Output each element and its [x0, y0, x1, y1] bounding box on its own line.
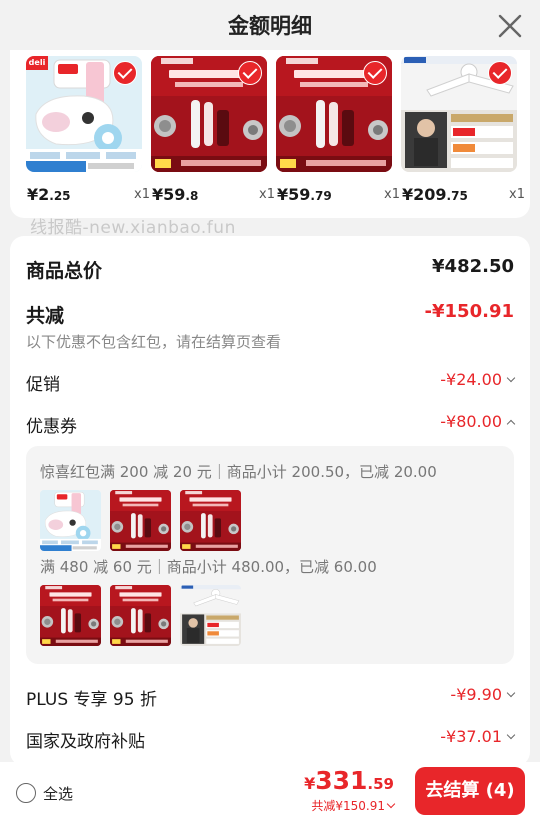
total-reduction-value: -¥150.91: [424, 301, 514, 322]
coupon-product-thumb: [180, 490, 241, 551]
watermark: 线报酷-new.xianbao.fun: [30, 218, 236, 238]
subsidy-label: 国家及政府补贴: [26, 732, 145, 752]
check-icon[interactable]: [488, 61, 512, 85]
total-reduction-row: 共减 -¥150.91: [26, 301, 514, 327]
product-item[interactable]: deli ¥2.25 x1: [26, 56, 150, 204]
select-all-label[interactable]: 全选: [43, 783, 73, 804]
promotion-value: -¥24.00: [440, 370, 516, 389]
product-image: [151, 56, 267, 172]
coupon-product-thumb: [40, 585, 101, 646]
product-image: deli: [26, 56, 142, 172]
promotion-row[interactable]: 促销 -¥24.00: [26, 370, 516, 395]
promotion-label: 促销: [26, 375, 60, 395]
product-price: ¥59.79: [277, 185, 332, 204]
amount-detail-card: 商品总价 ¥482.50 共减 -¥150.91 以下优惠不包含红包，请在结算页…: [10, 236, 530, 766]
coupon-details: 惊喜红包满 200 减 20 元｜商品小计 200.50，已减 20.00 满 …: [26, 446, 514, 664]
total-amount: ¥331.59: [304, 766, 394, 795]
check-icon[interactable]: [113, 61, 137, 85]
page-title: 金额明细: [228, 14, 312, 38]
header: 金额明细: [0, 0, 540, 52]
product-item[interactable]: ¥209.75 x1: [401, 56, 525, 204]
coupon-label: 优惠券: [26, 417, 77, 437]
select-all-radio[interactable]: [16, 783, 36, 803]
chevron-down-icon: [386, 799, 396, 809]
product-image: [401, 56, 517, 172]
chevron-down-icon: [506, 730, 516, 740]
coupon-value: -¥80.00: [440, 412, 516, 431]
chevron-down-icon: [506, 373, 516, 383]
checkout-bar: 全选 ¥331.59 共减¥150.91 去结算 (4): [0, 762, 540, 818]
reduction-note: 以下优惠不包含红包，请在结算页查看: [26, 333, 282, 351]
total-price-value: ¥482.50: [432, 256, 514, 277]
plus-discount-label: PLUS 专享 95 折: [26, 690, 157, 710]
coupon-product-thumb: [40, 490, 101, 551]
check-icon[interactable]: [363, 61, 387, 85]
product-quantity: x1: [134, 187, 150, 202]
total-price-row: 商品总价 ¥482.50: [26, 256, 514, 282]
product-item[interactable]: ¥59.79 x1: [276, 56, 400, 204]
check-icon[interactable]: [238, 61, 262, 85]
product-price: ¥2.25: [27, 185, 71, 204]
product-strip: deli ¥2.25 x1 ¥59.8 x1 ¥59.79 x1 ¥209.75…: [10, 50, 530, 218]
chevron-down-icon: [506, 688, 516, 698]
coupon-rule-1: 惊喜红包满 200 减 20 元｜商品小计 200.50，已减 20.00: [40, 463, 437, 481]
checkout-total: ¥331.59 共减¥150.91: [304, 766, 396, 814]
product-item[interactable]: ¥59.8 x1: [151, 56, 275, 204]
total-saved[interactable]: 共减¥150.91: [304, 797, 396, 814]
plus-discount-value: -¥9.90: [450, 685, 516, 704]
checkout-button[interactable]: 去结算 (4): [415, 767, 525, 815]
deli-logo: deli: [26, 56, 48, 70]
close-icon[interactable]: [496, 12, 524, 40]
chevron-up-icon: [506, 419, 516, 429]
product-quantity: x1: [384, 187, 400, 202]
product-quantity: x1: [509, 187, 525, 202]
coupon-product-thumb: [110, 585, 171, 646]
product-price: ¥59.8: [152, 185, 199, 204]
product-image: [276, 56, 392, 172]
coupon-product-thumb: [180, 585, 241, 646]
plus-discount-row[interactable]: PLUS 专享 95 折 -¥9.90: [26, 685, 516, 710]
subsidy-value: -¥37.01: [440, 727, 516, 746]
coupon-rule-2: 满 480 减 60 元｜商品小计 480.00，已减 60.00: [40, 558, 377, 576]
product-price: ¥209.75: [402, 185, 468, 204]
total-reduction-label: 共减: [26, 305, 65, 327]
product-quantity: x1: [259, 187, 275, 202]
total-price-label: 商品总价: [26, 260, 103, 282]
coupon-row[interactable]: 优惠券 -¥80.00: [26, 412, 516, 437]
coupon-product-thumb: [110, 490, 171, 551]
subsidy-row[interactable]: 国家及政府补贴 -¥37.01: [26, 727, 516, 752]
